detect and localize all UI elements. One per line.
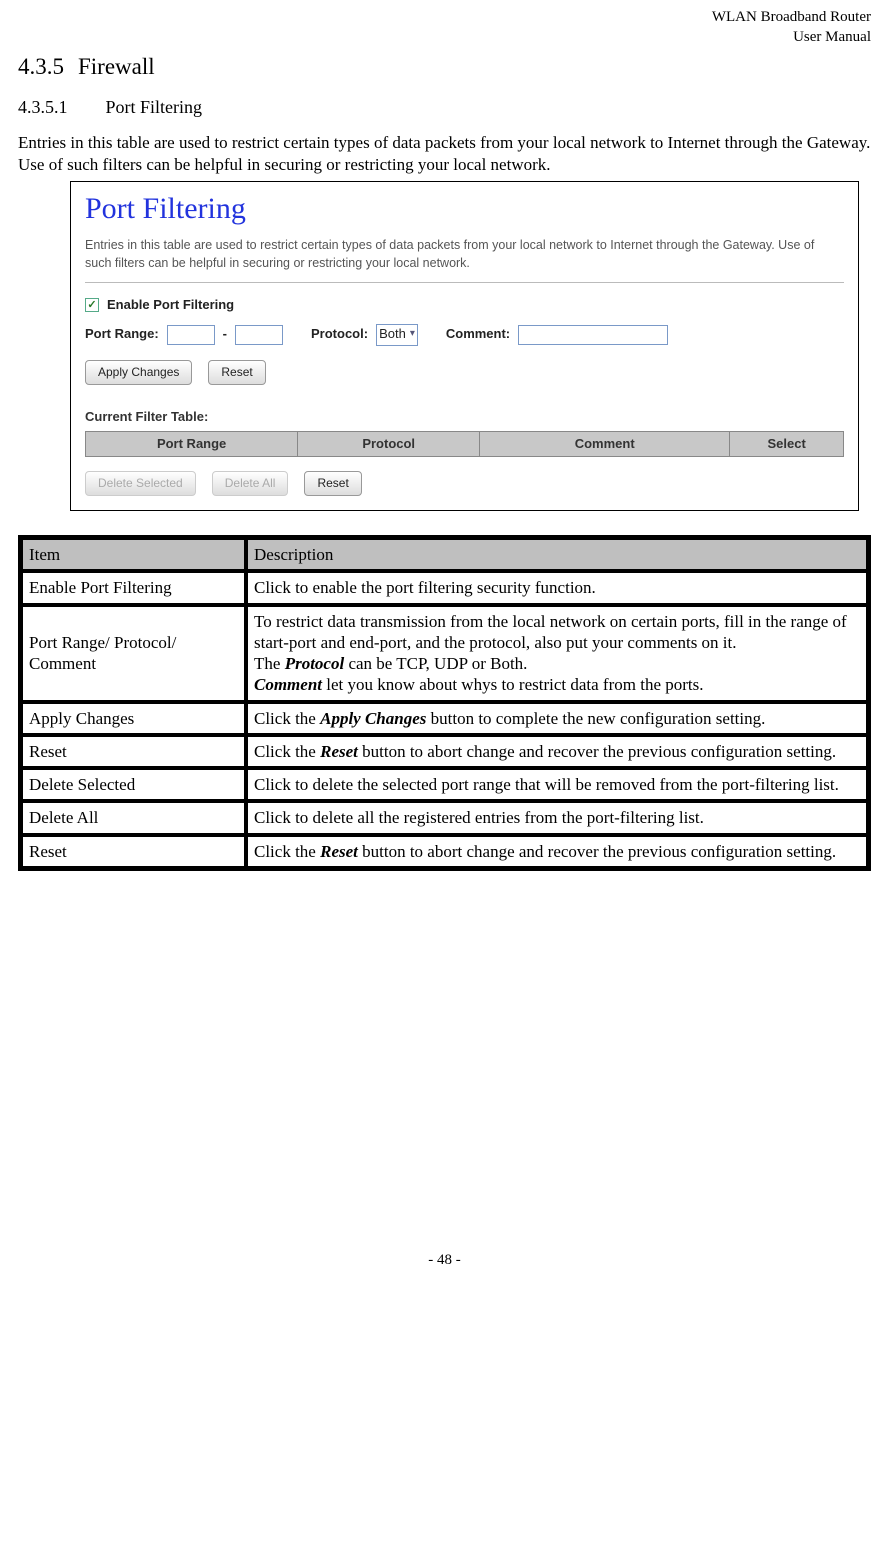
filter-table: Port Range Protocol Comment Select — [85, 431, 844, 457]
table-row: Apply Changes Click the Apply Changes bu… — [21, 702, 868, 735]
screenshot-panel: Port Filtering Entries in this table are… — [70, 181, 859, 511]
table-row: Enable Port Filtering Click to enable th… — [21, 571, 868, 604]
doc-header-line2: User Manual — [18, 28, 871, 48]
desc-cell: To restrict data transmission from the l… — [246, 605, 868, 702]
comment-input[interactable] — [518, 325, 668, 345]
subsection-title: Port Filtering — [106, 97, 203, 117]
item-cell: Apply Changes — [21, 702, 246, 735]
apply-reset-group: Apply Changes Reset — [85, 360, 844, 385]
item-cell: Delete All — [21, 801, 246, 834]
item-cell: Port Range/ Protocol/ Comment — [21, 605, 246, 702]
delete-all-button[interactable]: Delete All — [212, 471, 289, 496]
col-protocol: Protocol — [298, 431, 480, 456]
apply-changes-button[interactable]: Apply Changes — [85, 360, 192, 385]
subsection-number: 4.3.5.1 — [18, 97, 68, 117]
reset-button-2[interactable]: Reset — [304, 471, 361, 496]
protocol-select[interactable]: Both ▾ — [376, 324, 418, 346]
panel-title: Port Filtering — [85, 190, 844, 228]
section-heading: 4.3.5 Firewall — [18, 53, 871, 82]
doc-header-line1: WLAN Broadband Router — [18, 8, 871, 28]
table-row: Reset Click the Reset button to abort ch… — [21, 835, 868, 868]
page-number: - 48 - — [18, 1251, 871, 1270]
divider — [85, 282, 844, 283]
col-comment: Comment — [480, 431, 730, 456]
protocol-label: Protocol: — [311, 326, 368, 342]
port-start-input[interactable] — [167, 325, 215, 345]
header-description: Description — [246, 538, 868, 571]
inputs-row: Port Range: - Protocol: Both ▾ Comment: — [85, 324, 844, 346]
comment-label: Comment: — [446, 326, 510, 342]
chevron-down-icon: ▾ — [410, 328, 415, 341]
header-item: Item — [21, 538, 246, 571]
table-row: Port Range/ Protocol/ Comment To restric… — [21, 605, 868, 702]
delete-selected-button[interactable]: Delete Selected — [85, 471, 196, 496]
desc-cell: Click the Apply Changes button to comple… — [246, 702, 868, 735]
col-select: Select — [730, 431, 844, 456]
enable-label: Enable Port Filtering — [107, 297, 234, 313]
intro-paragraph: Entries in this table are used to restri… — [18, 132, 871, 175]
subsection-heading: 4.3.5.1 Port Filtering — [18, 96, 871, 119]
filter-table-title: Current Filter Table: — [85, 409, 844, 425]
table-header-row: Port Range Protocol Comment Select — [86, 431, 844, 456]
port-end-input[interactable] — [235, 325, 283, 345]
panel-blurb: Entries in this table are used to restri… — [85, 237, 844, 272]
description-table: Item Description Enable Port Filtering C… — [18, 535, 871, 871]
col-port-range: Port Range — [86, 431, 298, 456]
desc-cell: Click to delete all the registered entri… — [246, 801, 868, 834]
doc-header: WLAN Broadband Router User Manual — [18, 8, 871, 47]
protocol-value: Both — [379, 326, 406, 342]
item-cell: Reset — [21, 835, 246, 868]
desc-cell: Click to delete the selected port range … — [246, 768, 868, 801]
table-row: Delete Selected Click to delete the sele… — [21, 768, 868, 801]
desc-cell: Click to enable the port filtering secur… — [246, 571, 868, 604]
table-row: Reset Click the Reset button to abort ch… — [21, 735, 868, 768]
port-range-label: Port Range: — [85, 326, 159, 342]
desc-cell: Click the Reset button to abort change a… — [246, 835, 868, 868]
section-number: 4.3.5 — [18, 54, 64, 79]
port-dash: - — [223, 326, 227, 342]
item-cell: Reset — [21, 735, 246, 768]
delete-group: Delete Selected Delete All Reset — [85, 471, 844, 496]
table-row: Delete All Click to delete all the regis… — [21, 801, 868, 834]
section-title: Firewall — [78, 54, 155, 79]
enable-checkbox[interactable]: ✓ — [85, 298, 99, 312]
table-header-row: Item Description — [21, 538, 868, 571]
item-cell: Delete Selected — [21, 768, 246, 801]
desc-cell: Click the Reset button to abort change a… — [246, 735, 868, 768]
enable-row: ✓ Enable Port Filtering — [85, 297, 844, 313]
item-cell: Enable Port Filtering — [21, 571, 246, 604]
reset-button[interactable]: Reset — [208, 360, 265, 385]
